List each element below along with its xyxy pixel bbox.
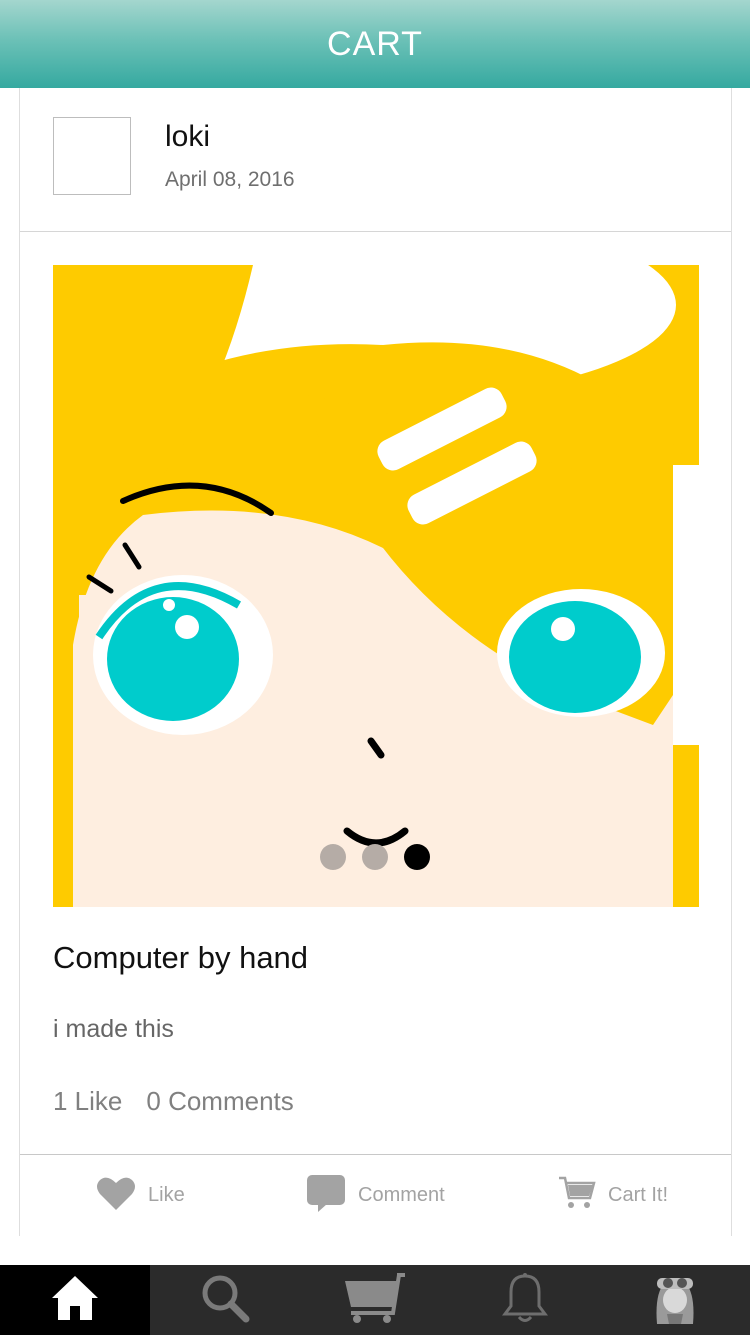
bell-icon [502,1272,548,1329]
post-title: Computer by hand [53,940,309,975]
carousel-dot-active[interactable] [404,844,430,870]
tab-cart[interactable] [300,1265,450,1335]
post-stats: 1 Like 0 Comments [53,1086,294,1117]
divider [20,231,731,232]
post-card: loki April 08, 2016 Computer by hand i m… [19,88,732,1236]
cart-it-label: Cart It! [608,1184,669,1206]
comment-button[interactable]: Comment [306,1155,445,1236]
comment-label: Comment [358,1184,445,1206]
comment-icon [306,1173,346,1219]
post-image-carousel[interactable] [53,265,699,907]
profile-avatar-icon [651,1270,699,1331]
author-avatar[interactable] [53,117,131,195]
carousel-indicator [320,844,430,870]
tab-home[interactable] [0,1265,150,1335]
heart-icon [96,1175,136,1217]
carousel-dot[interactable] [320,844,346,870]
author-name[interactable]: loki [165,120,210,154]
carousel-dot[interactable] [362,844,388,870]
post-description: i made this [53,1015,174,1043]
post-image [53,265,699,907]
cart-icon [343,1271,407,1330]
post-actions: Like Comment Cart It! [20,1155,731,1236]
app-header: CART [0,0,750,88]
cart-it-button[interactable]: Cart It! [558,1155,668,1236]
post-date: April 08, 2016 [165,168,295,191]
like-button[interactable]: Like [96,1155,185,1236]
home-icon [50,1274,100,1327]
like-label: Like [148,1184,185,1206]
tab-search[interactable] [150,1265,300,1335]
cart-icon [558,1174,596,1218]
tab-notifications[interactable] [450,1265,600,1335]
tab-profile[interactable] [600,1265,750,1335]
bottom-tab-bar [0,1265,750,1335]
search-icon [200,1273,250,1328]
comment-count[interactable]: 0 Comments [146,1086,293,1117]
page-title: CART [327,24,423,63]
like-count[interactable]: 1 Like [53,1086,122,1117]
